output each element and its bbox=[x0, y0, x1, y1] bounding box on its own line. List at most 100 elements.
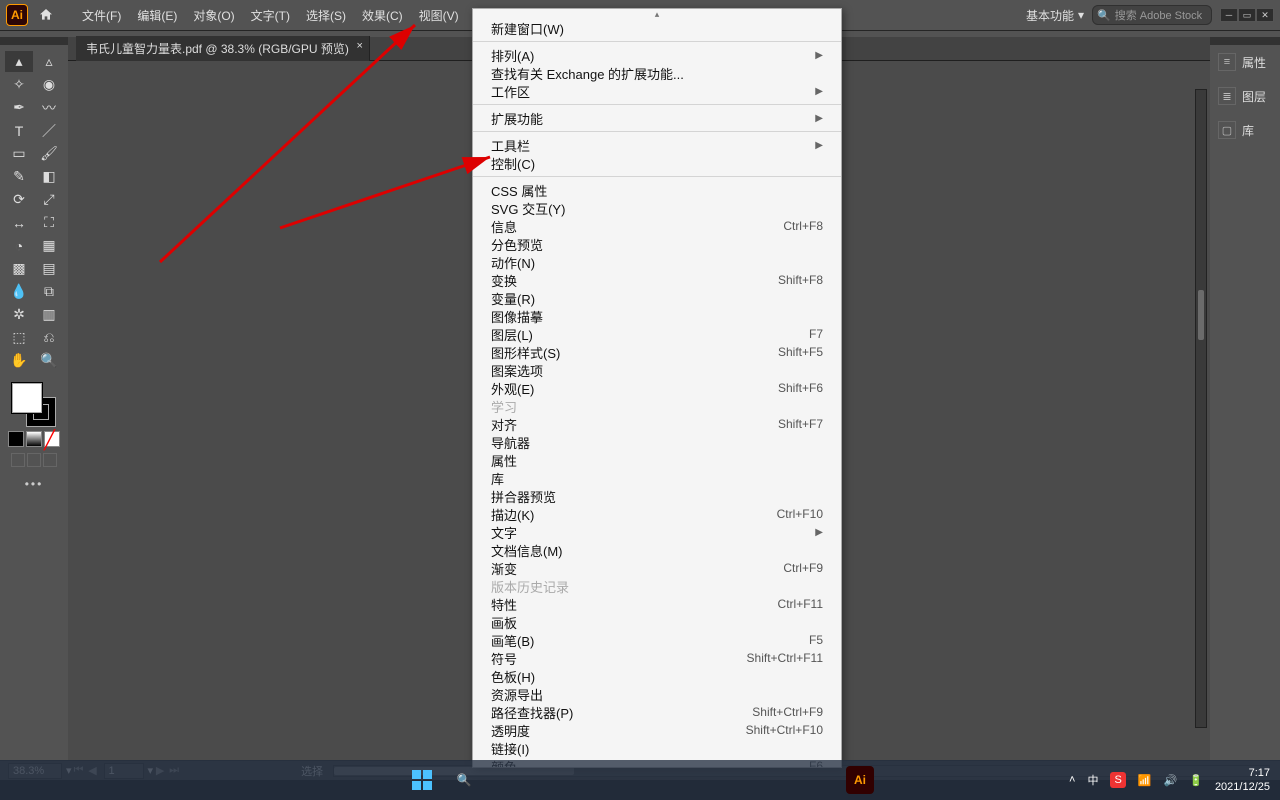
menu-item[interactable]: 扩展功能▶ bbox=[473, 109, 841, 127]
gradient-tool[interactable]: ▤ bbox=[35, 258, 63, 279]
menu-item[interactable]: 属性 bbox=[473, 451, 841, 469]
search-box[interactable]: 🔍 搜索 Adobe Stock bbox=[1092, 5, 1212, 25]
menu-type[interactable]: 文字(T) bbox=[243, 0, 298, 30]
selection-tool[interactable]: ▴ bbox=[5, 51, 33, 72]
tray-chevron-up-icon[interactable]: ˄ bbox=[1069, 774, 1075, 786]
menu-file[interactable]: 文件(F) bbox=[74, 0, 129, 30]
draw-mode-behind[interactable] bbox=[27, 453, 41, 467]
ime-indicator[interactable]: 中 bbox=[1087, 772, 1098, 788]
menu-object[interactable]: 对象(O) bbox=[185, 0, 242, 30]
menu-item[interactable]: 动作(N) bbox=[473, 253, 841, 271]
menu-item[interactable]: 文档信息(M) bbox=[473, 541, 841, 559]
taskbar-app-illustrator[interactable]: Ai bbox=[846, 766, 874, 794]
search-button[interactable]: 🔍 bbox=[452, 768, 476, 792]
menu-item[interactable]: 排列(A)▶ bbox=[473, 46, 841, 64]
shape-builder-tool[interactable]: ◔ bbox=[5, 235, 33, 256]
fill-stroke-indicator[interactable] bbox=[12, 383, 56, 427]
maximize-button[interactable]: ▭ bbox=[1238, 8, 1256, 22]
document-tab[interactable]: 韦氏儿童智力量表.pdf @ 38.3% (RGB/GPU 预览) × bbox=[76, 36, 370, 61]
tab-close-icon[interactable]: × bbox=[356, 40, 362, 52]
menu-item[interactable]: CSS 属性 bbox=[473, 181, 841, 199]
menu-item[interactable]: 图案选项 bbox=[473, 361, 841, 379]
mesh-tool[interactable]: ▩ bbox=[5, 258, 33, 279]
menu-item[interactable]: SVG 交互(Y) bbox=[473, 199, 841, 217]
slice-tool[interactable]: ⎌ bbox=[35, 327, 63, 348]
menu-item[interactable]: 对齐Shift+F7 bbox=[473, 415, 841, 433]
perspective-tool[interactable]: ▦ bbox=[35, 235, 63, 256]
line-tool[interactable]: ／ bbox=[35, 120, 63, 141]
shaper-tool[interactable]: ✎ bbox=[5, 166, 33, 187]
blend-tool[interactable]: ⧉ bbox=[35, 281, 63, 302]
eraser-tool[interactable]: ◧ bbox=[35, 166, 63, 187]
swatch-gradient[interactable] bbox=[26, 431, 42, 447]
menu-item[interactable]: 图层(L)F7 bbox=[473, 325, 841, 343]
scroll-up-icon[interactable]: ▴ bbox=[473, 9, 841, 19]
lasso-tool[interactable]: ◉ bbox=[35, 74, 63, 95]
menu-item[interactable]: 信息Ctrl+F8 bbox=[473, 217, 841, 235]
menu-item[interactable]: 链接(I) bbox=[473, 739, 841, 757]
type-tool[interactable]: T bbox=[5, 120, 33, 141]
vertical-scrollbar[interactable] bbox=[1195, 89, 1207, 728]
eyedropper-tool[interactable]: 💧 bbox=[5, 281, 33, 302]
menu-item[interactable]: 变量(R) bbox=[473, 289, 841, 307]
menu-item[interactable]: 导航器 bbox=[473, 433, 841, 451]
curvature-tool[interactable]: 〰 bbox=[35, 97, 63, 118]
swatch-none[interactable]: ╱ bbox=[44, 431, 60, 447]
menu-item[interactable]: 资源导出 bbox=[473, 685, 841, 703]
magic-wand-tool[interactable]: ✧ bbox=[5, 74, 33, 95]
panel-properties[interactable]: ≡ 属性 bbox=[1210, 45, 1280, 79]
menu-item[interactable]: 控制(C) bbox=[473, 154, 841, 172]
menu-item[interactable]: 特性Ctrl+F11 bbox=[473, 595, 841, 613]
panel-layers[interactable]: ≣ 图层 bbox=[1210, 79, 1280, 113]
menu-view[interactable]: 视图(V) bbox=[411, 0, 467, 30]
menu-edit[interactable]: 编辑(E) bbox=[129, 0, 185, 30]
rectangle-tool[interactable]: ▭ bbox=[5, 143, 33, 164]
artboard-tool[interactable]: ⬚ bbox=[5, 327, 33, 348]
symbol-sprayer-tool[interactable]: ✲ bbox=[5, 304, 33, 325]
volume-icon[interactable]: 🔊 bbox=[1164, 774, 1178, 787]
swatch-black[interactable] bbox=[8, 431, 24, 447]
draw-mode-normal[interactable] bbox=[11, 453, 25, 467]
menu-item[interactable]: 画笔(B)F5 bbox=[473, 631, 841, 649]
minimize-button[interactable]: ─ bbox=[1220, 8, 1238, 22]
start-button[interactable] bbox=[410, 768, 434, 792]
menu-item[interactable]: 透明度Shift+Ctrl+F10 bbox=[473, 721, 841, 739]
workspace-switcher[interactable]: 基本功能 ▾ bbox=[1026, 7, 1084, 24]
direct-selection-tool[interactable]: ▵ bbox=[35, 51, 63, 72]
menu-select[interactable]: 选择(S) bbox=[298, 0, 354, 30]
menu-item[interactable]: 拼合器预览 bbox=[473, 487, 841, 505]
wifi-icon[interactable]: 📶 bbox=[1138, 774, 1152, 787]
menu-item[interactable]: 新建窗口(W) bbox=[473, 19, 841, 37]
menu-item[interactable]: 变换Shift+F8 bbox=[473, 271, 841, 289]
menu-item[interactable]: 文字▶ bbox=[473, 523, 841, 541]
close-button[interactable]: ✕ bbox=[1256, 8, 1274, 22]
system-clock[interactable]: 7:17 2021/12/25 bbox=[1215, 766, 1270, 794]
menu-item[interactable]: 描边(K)Ctrl+F10 bbox=[473, 505, 841, 523]
menu-item[interactable]: 图像描摹 bbox=[473, 307, 841, 325]
toolbox-expand[interactable]: ••• bbox=[25, 477, 44, 491]
battery-icon[interactable]: 🔋 bbox=[1189, 774, 1203, 787]
home-button[interactable] bbox=[34, 3, 58, 27]
rotate-tool[interactable]: ⟳ bbox=[5, 189, 33, 210]
graph-tool[interactable]: ▥ bbox=[35, 304, 63, 325]
menu-item[interactable]: 渐变Ctrl+F9 bbox=[473, 559, 841, 577]
tray-sogou-icon[interactable]: S bbox=[1110, 772, 1125, 788]
menu-item[interactable]: 库 bbox=[473, 469, 841, 487]
zoom-tool[interactable]: 🔍 bbox=[35, 350, 63, 371]
fill-color[interactable] bbox=[12, 383, 42, 413]
paintbrush-tool[interactable]: 🖌 bbox=[35, 143, 63, 164]
panel-libraries[interactable]: ▢ 库 bbox=[1210, 113, 1280, 147]
pen-tool[interactable]: ✒ bbox=[5, 97, 33, 118]
menu-item[interactable]: 工具栏▶ bbox=[473, 136, 841, 154]
menu-item[interactable]: 工作区▶ bbox=[473, 82, 841, 100]
menu-item[interactable]: 色板(H) bbox=[473, 667, 841, 685]
menu-item[interactable]: 路径查找器(P)Shift+Ctrl+F9 bbox=[473, 703, 841, 721]
menu-item[interactable]: 外观(E)Shift+F6 bbox=[473, 379, 841, 397]
menu-item[interactable]: 查找有关 Exchange 的扩展功能... bbox=[473, 64, 841, 82]
width-tool[interactable]: ↔ bbox=[5, 212, 33, 233]
scale-tool[interactable]: ⤢ bbox=[35, 189, 63, 210]
menu-item[interactable]: 画板 bbox=[473, 613, 841, 631]
menu-effect[interactable]: 效果(C) bbox=[354, 0, 411, 30]
menu-item[interactable]: 图形样式(S)Shift+F5 bbox=[473, 343, 841, 361]
free-transform-tool[interactable]: ⛶ bbox=[35, 212, 63, 233]
